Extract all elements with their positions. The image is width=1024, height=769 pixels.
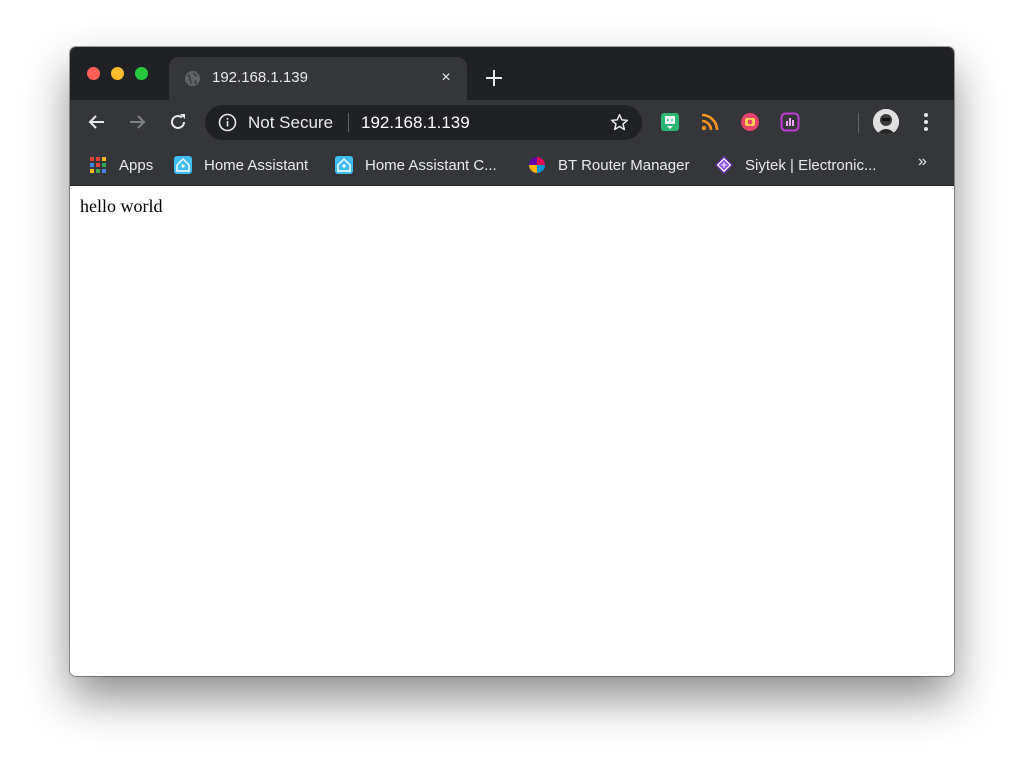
globe-icon [184, 70, 201, 87]
bookmark-bt-router-manager[interactable]: BT Router Manager [528, 153, 689, 177]
bookmark-home-assistant[interactable]: Home Assistant [174, 153, 308, 177]
purple-chart-extension-icon[interactable] [780, 112, 800, 132]
star-icon[interactable] [609, 112, 630, 133]
address-bar[interactable]: Not Secure 192.168.1.139 [205, 105, 642, 140]
bookmark-siytek[interactable]: Siytek | Electronic... [715, 153, 876, 177]
browser-window: 192.168.1.139 × Not Secure 192.168.1.139 [70, 47, 954, 676]
toolbar: Not Secure 192.168.1.139 [70, 100, 954, 145]
home-assistant-icon [335, 156, 353, 174]
forward-button[interactable] [126, 111, 148, 133]
green-face-extension-icon[interactable] [660, 112, 680, 132]
bookmark-label: BT Router Manager [558, 156, 690, 174]
bookmark-label: Home Assistant C... [365, 156, 497, 174]
close-tab-button[interactable]: × [435, 67, 457, 89]
bookmark-home-assistant-c[interactable]: Home Assistant C... [335, 153, 497, 177]
apps-grid-icon [90, 157, 106, 173]
bookmark-apps[interactable]: Apps [89, 153, 153, 177]
bookmark-label: Apps [119, 156, 154, 174]
page-body-text: hello world [80, 196, 163, 216]
siytek-diamond-icon [715, 156, 733, 174]
security-label[interactable]: Not Secure [248, 113, 333, 133]
bookmarks-overflow-button[interactable]: » [918, 153, 927, 171]
back-button[interactable] [86, 111, 108, 133]
page-content: hello world [70, 186, 954, 676]
home-assistant-icon [174, 156, 192, 174]
tab-active[interactable]: 192.168.1.139 × [169, 57, 467, 100]
profile-avatar[interactable] [873, 109, 899, 135]
tab-title: 192.168.1.139 [212, 69, 308, 86]
bt-globe-icon [529, 157, 545, 173]
bookmarks-bar: Apps Home Assistant Home Assistant C... [70, 145, 954, 186]
toolbar-separator [858, 113, 859, 133]
close-window-button[interactable] [87, 67, 100, 80]
minimize-window-button[interactable] [111, 67, 124, 80]
kebab-menu-icon[interactable] [920, 111, 932, 133]
bookmark-label: Siytek | Electronic... [745, 156, 877, 174]
new-tab-button[interactable] [482, 66, 506, 90]
omnibox-separator [348, 113, 349, 132]
orange-camera-extension-icon[interactable] [740, 112, 760, 132]
info-icon[interactable] [218, 113, 237, 132]
tab-strip: 192.168.1.139 × [70, 47, 954, 100]
url-text[interactable]: 192.168.1.139 [361, 113, 470, 133]
rss-icon[interactable] [700, 112, 720, 132]
reload-button[interactable] [167, 111, 189, 133]
bookmark-label: Home Assistant [204, 156, 309, 174]
zoom-window-button[interactable] [135, 67, 148, 80]
